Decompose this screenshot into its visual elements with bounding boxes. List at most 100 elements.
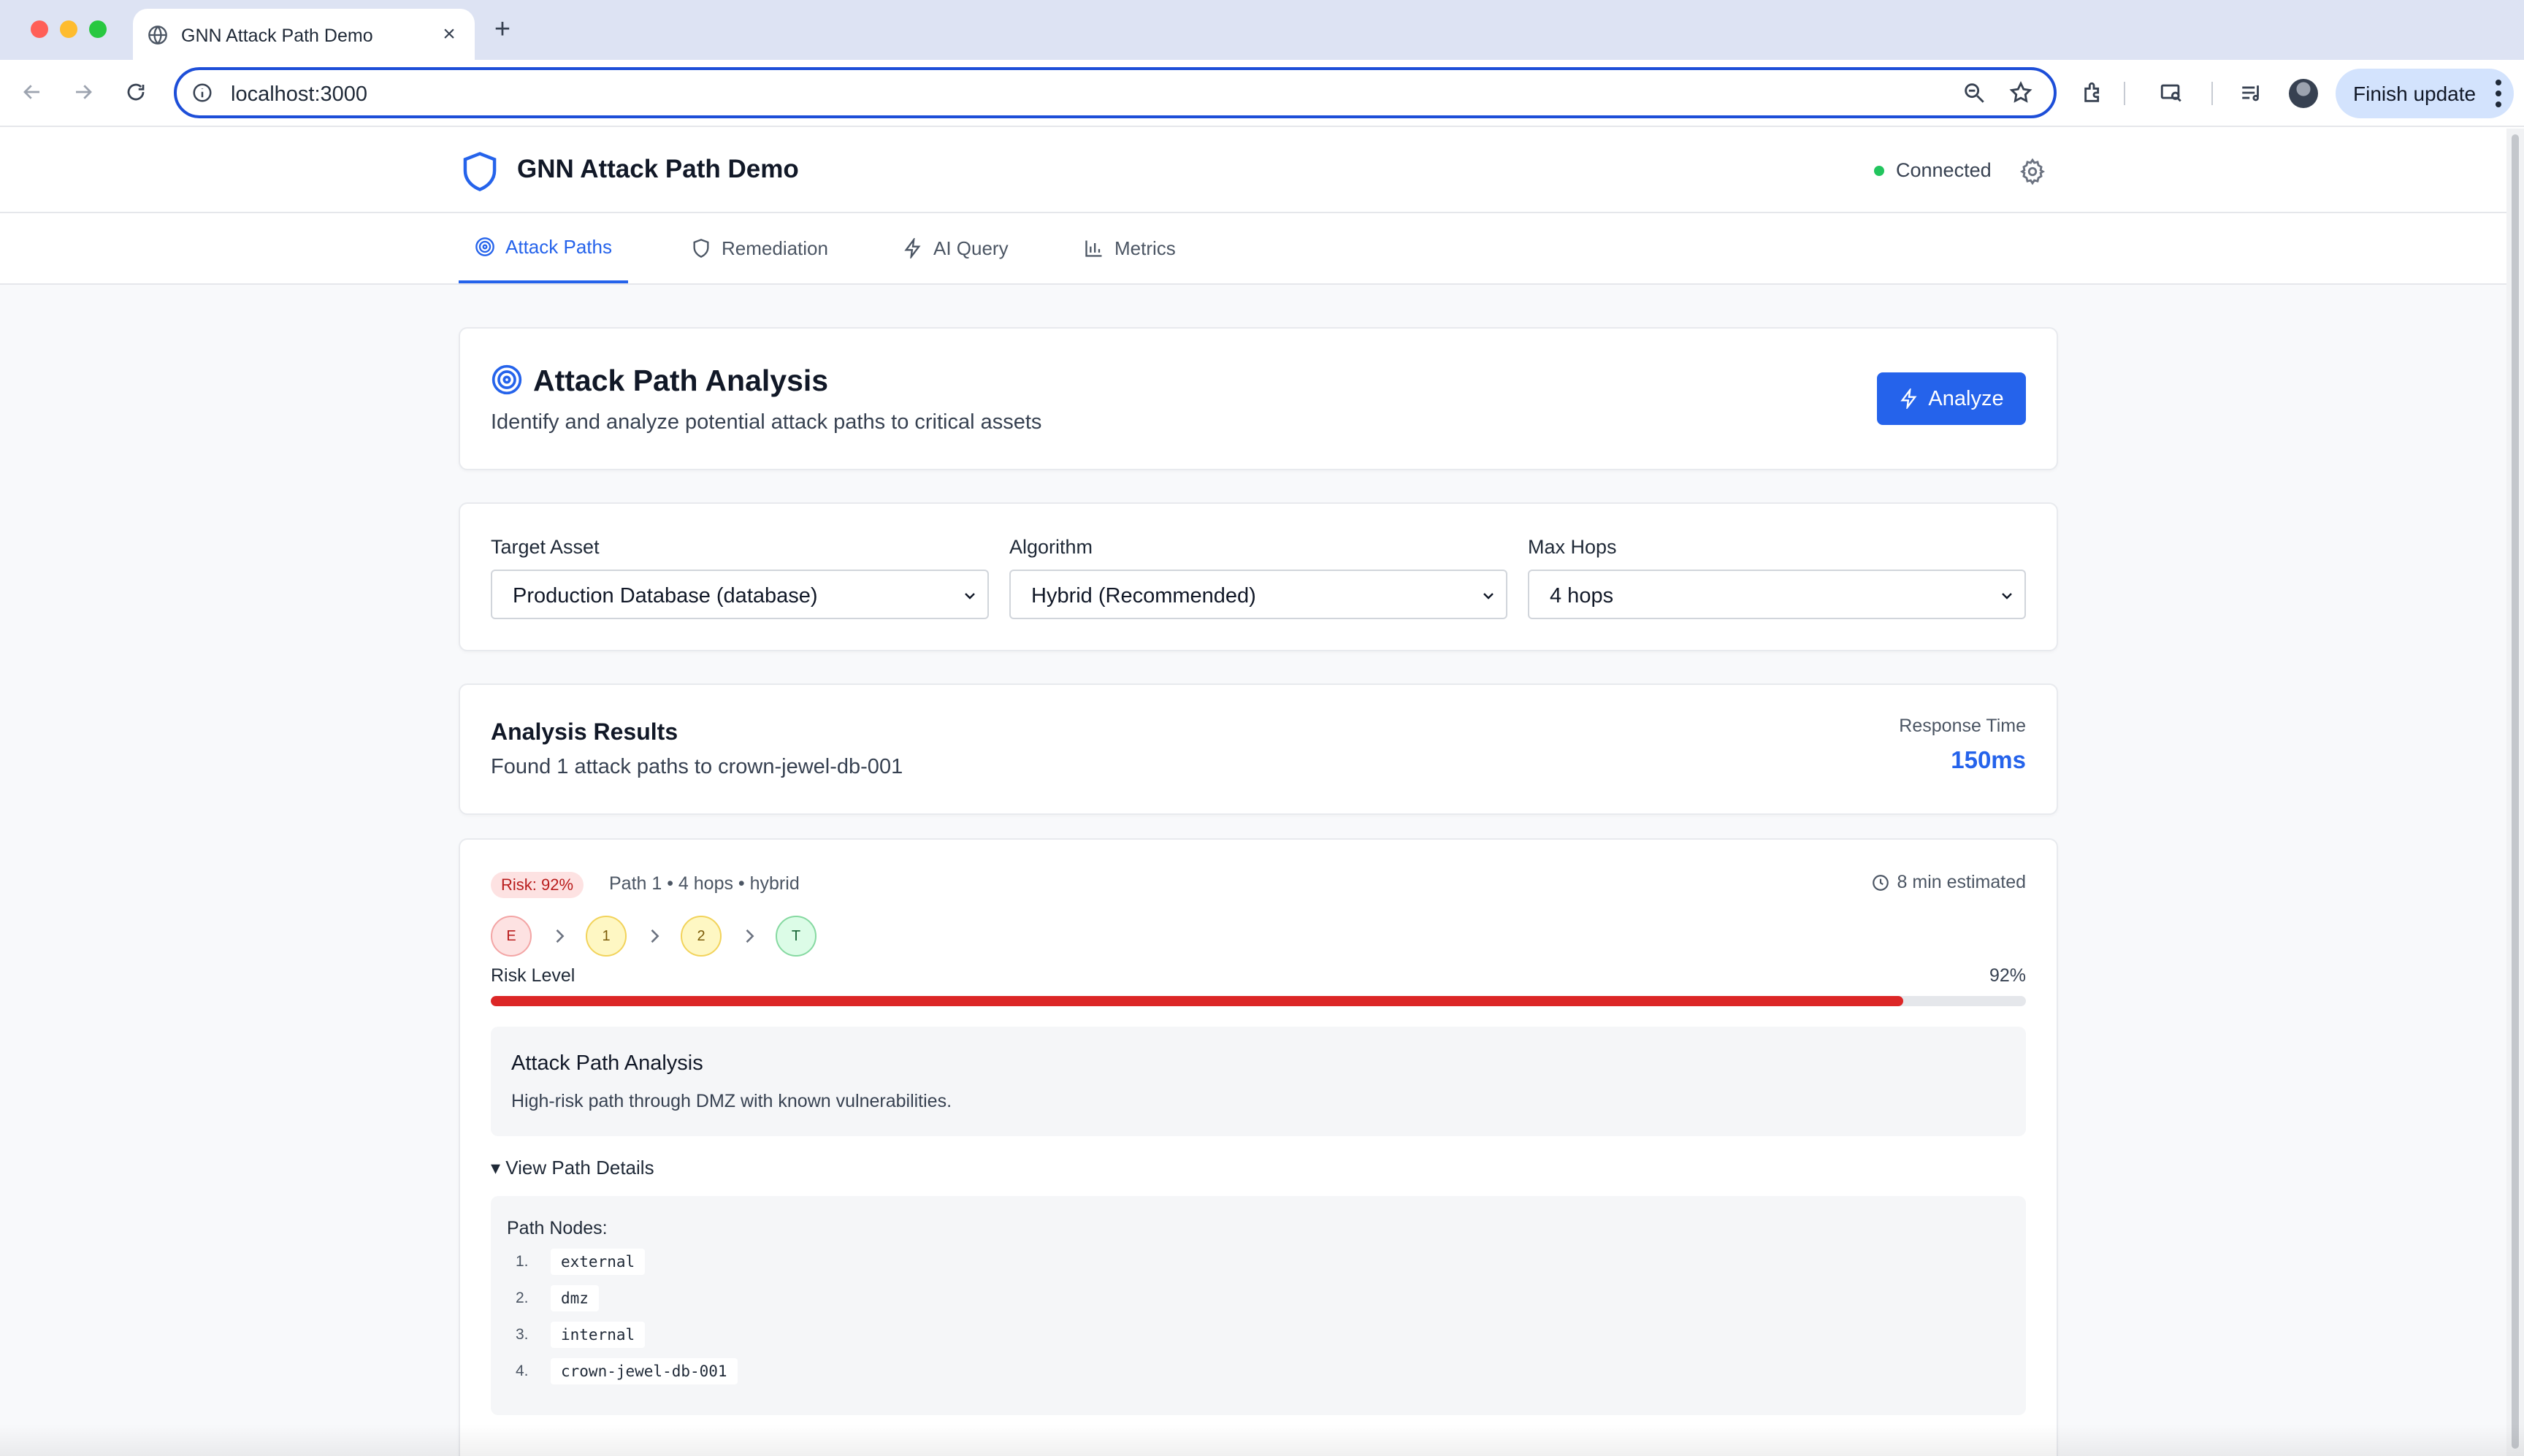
chevron-right-icon bbox=[651, 929, 659, 943]
config-card: Target Asset Production Database (databa… bbox=[459, 502, 2058, 651]
back-icon[interactable] bbox=[16, 76, 48, 108]
bar-chart-icon bbox=[1085, 240, 1102, 257]
target-icon bbox=[475, 237, 494, 256]
results-summary: Found 1 attack paths to crown-jewel-db-0… bbox=[491, 755, 903, 778]
response-time-label: Response Time bbox=[1899, 716, 2026, 736]
new-tab-icon[interactable]: + bbox=[488, 15, 517, 44]
path-nodes-label: Path Nodes: bbox=[507, 1218, 608, 1238]
browser-tab-title: GNN Attack Path Demo bbox=[181, 26, 373, 46]
target-asset-select[interactable]: Production Database (database) bbox=[491, 570, 989, 619]
risk-level-label: Risk Level bbox=[491, 965, 575, 986]
path-analysis-text: High-risk path through DMZ with known vu… bbox=[511, 1091, 952, 1111]
app-title: GNN Attack Path Demo bbox=[517, 155, 799, 183]
analysis-title: Attack Path Analysis bbox=[533, 364, 829, 397]
chevron-right-icon bbox=[556, 929, 565, 943]
chevron-right-icon bbox=[746, 929, 754, 943]
zap-icon bbox=[1900, 388, 1917, 409]
shield-icon bbox=[693, 239, 709, 258]
tab-label: Attack Paths bbox=[505, 235, 612, 258]
address-bar[interactable]: localhost:3000 bbox=[174, 67, 2057, 118]
tab-remediation[interactable]: Remediation bbox=[675, 213, 844, 283]
analyze-button-label: Analyze bbox=[1928, 386, 2004, 410]
shield-logo-icon bbox=[463, 152, 497, 191]
url-text: localhost:3000 bbox=[231, 83, 368, 106]
path-analysis-title: Attack Path Analysis bbox=[511, 1051, 703, 1075]
path-analysis-box: Attack Path Analysis High-risk path thro… bbox=[491, 1027, 2026, 1136]
path-node-hop[interactable]: 2 bbox=[681, 916, 722, 957]
tab-metrics[interactable]: Metrics bbox=[1068, 213, 1192, 283]
analysis-header-card: Attack Path Analysis Identify and analyz… bbox=[459, 327, 2058, 470]
path-node-target[interactable]: T bbox=[776, 916, 817, 957]
time-estimate: 8 min estimated bbox=[1871, 872, 2026, 893]
app-header: GNN Attack Path Demo Connected bbox=[0, 129, 2506, 213]
clock-icon bbox=[1872, 874, 1889, 891]
chevron-down-icon bbox=[2002, 593, 2012, 599]
profile-avatar[interactable] bbox=[2289, 79, 2318, 108]
zoom-icon[interactable] bbox=[1962, 80, 1986, 105]
target-icon bbox=[492, 364, 522, 395]
close-window-button[interactable] bbox=[31, 20, 48, 38]
browser-tab[interactable]: GNN Attack Path Demo × bbox=[133, 9, 475, 60]
algorithm-label: Algorithm bbox=[1009, 536, 1093, 558]
tab-label: AI Query bbox=[933, 237, 1009, 259]
tab-ai-query[interactable]: AI Query bbox=[887, 213, 1025, 283]
toolbar-divider bbox=[2211, 82, 2213, 105]
finish-update-label: Finish update bbox=[2353, 83, 2477, 105]
tab-search-icon[interactable] bbox=[2156, 77, 2187, 108]
results-summary-card: Analysis Results Found 1 attack paths to… bbox=[459, 683, 2058, 815]
results-title: Analysis Results bbox=[491, 719, 678, 745]
page-viewport: GNN Attack Path Demo Connected Attack Pa… bbox=[0, 129, 2524, 1456]
list-item: 2. dmz bbox=[516, 1285, 599, 1311]
connection-status-dot bbox=[1874, 166, 1884, 176]
toolbar-divider bbox=[2124, 82, 2125, 105]
close-tab-icon[interactable]: × bbox=[437, 22, 462, 47]
bookmark-star-icon[interactable] bbox=[2008, 80, 2033, 105]
response-time-value: 150ms bbox=[1951, 746, 2026, 773]
risk-badge: Risk: 92% bbox=[491, 872, 584, 898]
target-asset-label: Target Asset bbox=[491, 536, 600, 558]
globe-icon bbox=[148, 26, 167, 45]
path-details: Path Nodes: 1. external 2. dmz 3. intern… bbox=[491, 1196, 2026, 1415]
analysis-subtitle: Identify and analyze potential attack pa… bbox=[491, 410, 1042, 434]
scrollbar-thumb[interactable] bbox=[2512, 134, 2519, 1449]
site-info-icon[interactable] bbox=[191, 82, 213, 104]
chevron-down-icon bbox=[1483, 593, 1494, 599]
minimize-window-button[interactable] bbox=[60, 20, 77, 38]
path-node-entry[interactable]: E bbox=[491, 916, 532, 957]
connection-status: Connected bbox=[1896, 159, 1992, 181]
view-path-details-toggle[interactable]: ▾ View Path Details bbox=[491, 1157, 654, 1179]
max-hops-select[interactable]: 4 hops bbox=[1528, 570, 2026, 619]
maximize-window-button[interactable] bbox=[89, 20, 107, 38]
attack-path-card: Risk: 92% Path 1 • 4 hops • hybrid 8 min… bbox=[459, 838, 2058, 1456]
app-tabs: Attack Paths Remediation AI Query Metric… bbox=[0, 213, 2506, 285]
target-asset-value: Production Database (database) bbox=[513, 584, 818, 608]
path-meta: Path 1 • 4 hops • hybrid bbox=[609, 873, 800, 894]
tab-label: Remediation bbox=[722, 237, 828, 259]
tab-label: Metrics bbox=[1114, 237, 1176, 259]
zap-icon bbox=[904, 238, 921, 258]
time-estimate-text: 8 min estimated bbox=[1897, 872, 2026, 892]
risk-level-value: 92% bbox=[1989, 965, 2026, 986]
reload-icon[interactable] bbox=[120, 76, 152, 108]
risk-progress-bar bbox=[491, 996, 2026, 1006]
chevron-down-icon bbox=[965, 593, 975, 599]
settings-gear-icon[interactable] bbox=[2019, 158, 2046, 185]
forward-icon[interactable] bbox=[67, 76, 99, 108]
list-item: 1. external bbox=[516, 1249, 646, 1275]
window-bottom-shadow bbox=[0, 1424, 2524, 1456]
analyze-button[interactable]: Analyze bbox=[1877, 372, 2026, 425]
list-item: 3. internal bbox=[516, 1322, 646, 1348]
algorithm-select[interactable]: Hybrid (Recommended) bbox=[1009, 570, 1507, 619]
browser-tab-strip: GNN Attack Path Demo × + bbox=[0, 0, 2524, 60]
max-hops-label: Max Hops bbox=[1528, 536, 1617, 558]
list-item: 4. crown-jewel-db-001 bbox=[516, 1358, 738, 1384]
browser-toolbar: localhost:3000 Finish update bbox=[0, 60, 2524, 127]
media-controls-icon[interactable] bbox=[2236, 77, 2267, 108]
more-menu-icon[interactable] bbox=[2495, 79, 2502, 108]
extensions-icon[interactable] bbox=[2079, 77, 2109, 108]
risk-progress-fill bbox=[491, 996, 1903, 1006]
path-node-hop[interactable]: 1 bbox=[586, 916, 627, 957]
finish-update-button[interactable]: Finish update bbox=[2336, 69, 2514, 118]
tab-attack-paths[interactable]: Attack Paths bbox=[459, 213, 628, 283]
max-hops-value: 4 hops bbox=[1550, 584, 1614, 608]
